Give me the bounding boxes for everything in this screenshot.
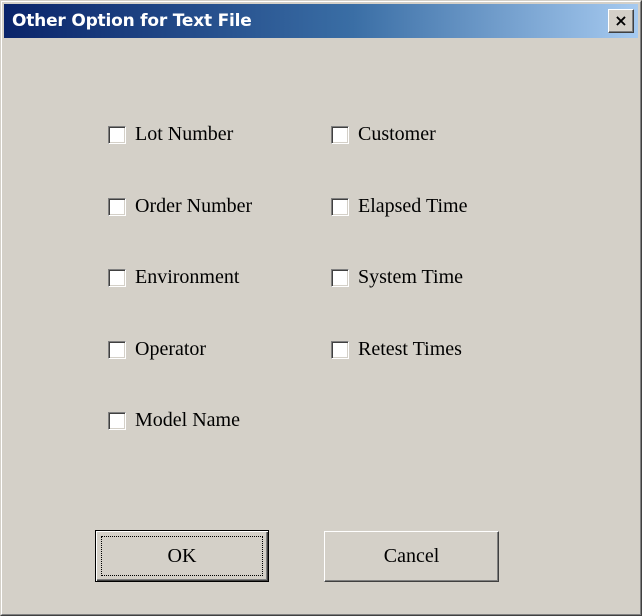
checkbox-retest-times[interactable] bbox=[331, 340, 349, 359]
checkbox-model-name[interactable] bbox=[108, 411, 126, 430]
label-system-time: System Time bbox=[358, 266, 464, 288]
checkbox-lot-number[interactable] bbox=[108, 125, 126, 144]
checkbox-elapsed-time[interactable] bbox=[331, 197, 349, 216]
label-elapsed-time: Elapsed Time bbox=[358, 195, 468, 217]
label-environment: Environment bbox=[135, 266, 240, 288]
ok-button[interactable]: OK bbox=[95, 530, 269, 582]
ok-label: OK bbox=[167, 544, 197, 567]
dialog-window: Other Option for Text File × Lot Number … bbox=[0, 0, 642, 616]
checkbox-system-time[interactable] bbox=[331, 268, 349, 287]
title-bar[interactable]: Other Option for Text File × bbox=[4, 4, 638, 38]
option-system-time[interactable]: System Time bbox=[331, 266, 463, 289]
label-customer: Customer bbox=[358, 123, 436, 145]
option-elapsed-time[interactable]: Elapsed Time bbox=[331, 195, 467, 218]
label-model-name: Model Name bbox=[135, 409, 240, 431]
label-lot-number: Lot Number bbox=[135, 123, 234, 145]
window-title: Other Option for Text File bbox=[12, 11, 252, 31]
close-icon: × bbox=[614, 11, 628, 30]
label-retest-times: Retest Times bbox=[358, 338, 462, 360]
option-customer[interactable]: Customer bbox=[331, 123, 436, 146]
option-model-name[interactable]: Model Name bbox=[108, 409, 240, 432]
checkbox-operator[interactable] bbox=[108, 340, 126, 359]
cancel-button[interactable]: Cancel bbox=[324, 531, 499, 582]
close-button[interactable]: × bbox=[608, 9, 634, 33]
option-order-number[interactable]: Order Number bbox=[108, 195, 252, 218]
option-lot-number[interactable]: Lot Number bbox=[108, 123, 233, 146]
cancel-label: Cancel bbox=[383, 545, 440, 567]
option-environment[interactable]: Environment bbox=[108, 266, 239, 289]
checkbox-customer[interactable] bbox=[331, 125, 349, 144]
option-retest-times[interactable]: Retest Times bbox=[331, 338, 462, 361]
checkbox-environment[interactable] bbox=[108, 268, 126, 287]
label-operator: Operator bbox=[135, 338, 207, 360]
dialog-frame: Other Option for Text File × Lot Number … bbox=[1, 1, 641, 615]
label-order-number: Order Number bbox=[135, 195, 253, 217]
checkbox-order-number[interactable] bbox=[108, 197, 126, 216]
option-operator[interactable]: Operator bbox=[108, 338, 206, 361]
